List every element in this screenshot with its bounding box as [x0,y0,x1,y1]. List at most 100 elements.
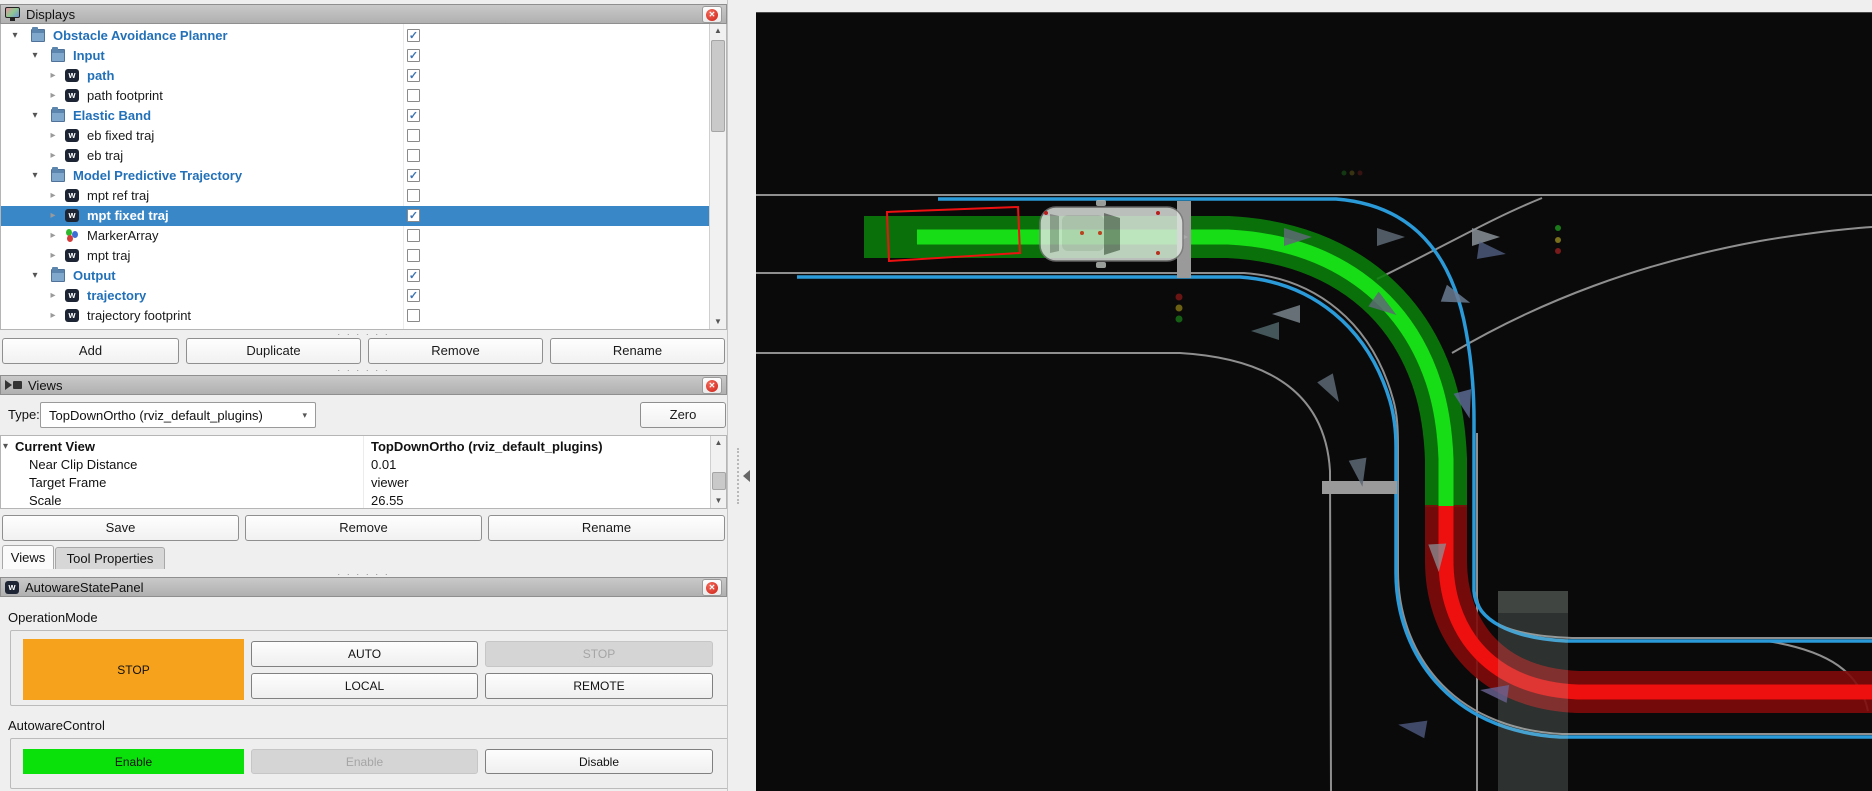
display-tree-row-mpt-fixed-traj[interactable]: ▸wmpt fixed traj✓ [1,206,709,226]
visibility-checkbox[interactable]: ✓ [407,209,420,222]
visibility-checkbox[interactable]: ✓ [407,169,420,182]
scrollbar-thumb[interactable] [712,472,726,490]
expander-icon[interactable]: ▾ [29,266,41,286]
remove-button[interactable]: Remove [245,515,482,541]
property-value[interactable]: viewer [371,474,409,492]
display-tree-row-path[interactable]: ▸wpath✓ [1,66,709,86]
views-panel-title: Views [28,378,62,393]
displays-tree-scrollbar[interactable]: ▲ ▼ [709,24,726,329]
add-button[interactable]: Add [2,338,179,364]
visibility-checkbox[interactable]: ✓ [407,49,420,62]
visibility-checkbox[interactable] [407,89,420,102]
visibility-checkbox[interactable] [407,149,420,162]
display-tree-row-elastic-band[interactable]: ▾Elastic Band✓ [1,106,709,126]
expander-icon[interactable]: ▾ [29,166,41,186]
display-tree-row-path-footprint[interactable]: ▸wpath footprint [1,86,709,106]
expander-icon[interactable]: ▸ [47,226,59,246]
visibility-checkbox[interactable]: ✓ [407,29,420,42]
3d-viewport[interactable] [756,12,1872,791]
display-tree-row-model-predictive-trajectory[interactable]: ▾Model Predictive Trajectory✓ [1,166,709,186]
zero-button[interactable]: Zero [640,402,726,428]
expander-icon[interactable]: ▸ [47,286,59,306]
expander-icon[interactable]: ▸ [47,66,59,86]
visibility-checkbox[interactable] [407,309,420,322]
display-tree-row-obstacle-avoidance-planner[interactable]: ▾Obstacle Avoidance Planner✓ [1,26,709,46]
displays-close-button[interactable]: ✕ [702,6,722,23]
autoware-display-icon: w [65,149,79,162]
expander-icon[interactable]: ▾ [29,106,41,126]
autoware-display-icon: w [65,89,79,102]
scrollbar-thumb[interactable] [711,40,725,132]
remove-button[interactable]: Remove [368,338,543,364]
visibility-checkbox[interactable]: ✓ [407,69,420,82]
visibility-checkbox[interactable] [407,229,420,242]
display-tree-row-eb-fixed-traj[interactable]: ▸web fixed traj [1,126,709,146]
property-row-current-view[interactable]: ▾Current ViewTopDownOrtho (rviz_default_… [1,438,711,456]
visibility-checkbox[interactable] [407,189,420,202]
autoware-control-indicator: Enable [23,749,244,774]
displays-tree[interactable]: ▲ ▼ ▾Obstacle Avoidance Planner✓▾Input✓▸… [0,24,727,330]
expander-icon[interactable]: ▸ [47,186,59,206]
scroll-up-icon[interactable]: ▲ [711,436,726,450]
properties-scrollbar[interactable]: ▲ ▼ [710,436,726,508]
view-properties-table[interactable]: ▲ ▼ ▾Current ViewTopDownOrtho (rviz_defa… [0,435,727,509]
display-label: mpt fixed traj [87,206,169,226]
views-close-button[interactable]: ✕ [702,377,722,394]
expander-icon[interactable]: ▸ [47,206,59,226]
expander-icon[interactable]: ▾ [9,26,21,46]
folder-icon [51,169,65,182]
disable-button[interactable]: Disable [485,749,713,774]
display-tree-row-trajectory-footprint[interactable]: ▸wtrajectory footprint [1,306,709,326]
scroll-up-icon[interactable]: ▲ [710,24,726,38]
local-button[interactable]: LOCAL [251,673,478,699]
property-row-target-frame[interactable]: Target Frameviewer [1,474,711,492]
splitter-handle-dots[interactable]: · · · · · · [0,367,727,373]
tab-tool-properties[interactable]: Tool Properties [55,547,165,569]
visibility-checkbox[interactable]: ✓ [407,289,420,302]
visibility-checkbox[interactable]: ✓ [407,269,420,282]
display-tree-row-trajectory[interactable]: ▸wtrajectory✓ [1,286,709,306]
display-tree-row-mpt-ref-traj[interactable]: ▸wmpt ref traj [1,186,709,206]
view-type-dropdown[interactable]: TopDownOrtho (rviz_default_plugins) ▾ [40,402,316,428]
autoware-close-button[interactable]: ✕ [702,579,722,596]
splitter-handle-dots[interactable]: · · · · · · [0,331,727,337]
auto-button[interactable]: AUTO [251,641,478,667]
display-tree-row-input[interactable]: ▾Input✓ [1,46,709,66]
save-button[interactable]: Save [2,515,239,541]
operation-mode-label: OperationMode [8,610,98,625]
property-value[interactable]: TopDownOrtho (rviz_default_plugins) [371,438,603,456]
scroll-down-icon[interactable]: ▼ [710,315,726,329]
property-value[interactable]: 26.55 [371,492,404,509]
expander-icon[interactable]: ▸ [47,306,59,326]
visibility-checkbox[interactable] [407,129,420,142]
display-tree-row-markerarray[interactable]: ▸MarkerArray [1,226,709,246]
left-panel-column: Displays ✕ ▲ ▼ ▾Obstacle Avoidance Plann… [0,0,727,791]
expander-icon[interactable]: ▸ [47,126,59,146]
display-tree-row-eb-traj[interactable]: ▸web traj [1,146,709,166]
visibility-checkbox[interactable] [407,249,420,262]
remote-button[interactable]: REMOTE [485,673,713,699]
display-tree-row-output[interactable]: ▾Output✓ [1,266,709,286]
autoware-display-icon: w [65,69,79,82]
property-name: Near Clip Distance [29,456,137,474]
property-row-scale[interactable]: Scale26.55 [1,492,711,509]
folder-icon [31,29,45,42]
rename-button[interactable]: Rename [488,515,725,541]
scroll-down-icon[interactable]: ▼ [711,494,726,508]
expander-icon[interactable]: ▸ [47,246,59,266]
expander-icon[interactable]: ▸ [47,86,59,106]
property-row-near-clip-distance[interactable]: Near Clip Distance 0.01 [1,456,711,474]
type-label: Type: [8,407,40,422]
splitter-collapse-arrow-icon[interactable] [743,470,750,482]
expander-icon[interactable]: ▾ [3,438,8,456]
expander-icon[interactable]: ▾ [29,46,41,66]
expander-icon[interactable]: ▸ [47,146,59,166]
views-panel-titlebar: Views ✕ [0,375,727,395]
visibility-checkbox[interactable]: ✓ [407,109,420,122]
display-tree-row-mpt-traj[interactable]: ▸wmpt traj [1,246,709,266]
panel-splitter[interactable] [727,0,756,791]
tab-views[interactable]: Views [2,545,54,569]
rename-button[interactable]: Rename [550,338,725,364]
property-value[interactable]: 0.01 [371,456,396,474]
duplicate-button[interactable]: Duplicate [186,338,361,364]
